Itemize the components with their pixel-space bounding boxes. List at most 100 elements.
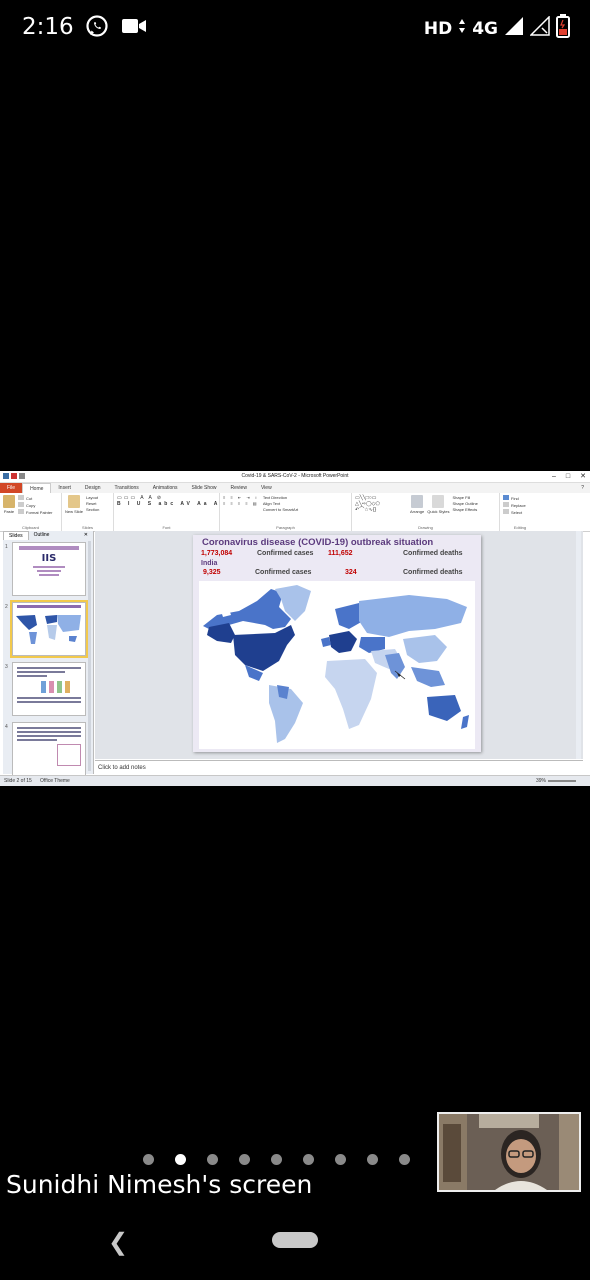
- shape-outline-label: Shape Outline: [452, 501, 478, 506]
- zoom-level[interactable]: 39%: [536, 776, 546, 786]
- page-dot[interactable]: [271, 1154, 282, 1165]
- quick-access-toolbar[interactable]: [3, 473, 25, 479]
- new-slide-icon: [68, 495, 80, 508]
- tab-file[interactable]: File: [0, 483, 23, 493]
- thumbnail-text-line: [17, 667, 81, 669]
- network-label: HD: [423, 18, 453, 39]
- current-slide[interactable]: Coronavirus disease (COVID-19) outbreak …: [193, 535, 481, 752]
- slide-canvas: Coronavirus disease (COVID-19) outbreak …: [95, 531, 583, 759]
- signal-icon: [504, 16, 524, 41]
- paragraph-group: ≡ ≡ ⇤ ⇥ ↕ ≡ ≡ ≡ ≡ ▤ Text Direction Align…: [220, 493, 352, 531]
- shapes-gallery[interactable]: ▭╲╲□○▭ △╲⇨◯◇⬠ ↶⌒☆∿{}: [355, 495, 407, 514]
- panel-scrollbar[interactable]: [88, 541, 91, 771]
- page-dot[interactable]: [303, 1154, 314, 1165]
- slides-group: New Slide Layout Reset Section Slides: [62, 493, 114, 531]
- thumbnail-number: 3: [5, 664, 8, 670]
- country-label: India: [201, 560, 218, 567]
- thumbnail-title-bar: [19, 546, 79, 550]
- status-time: 2:16: [22, 14, 74, 40]
- tab-slide-show[interactable]: Slide Show: [185, 483, 224, 493]
- notes-pane[interactable]: Click to add notes: [95, 760, 583, 775]
- thumbnail-figures: [41, 681, 85, 693]
- tab-review[interactable]: Review: [224, 483, 254, 493]
- page-dot-active[interactable]: [175, 1154, 186, 1165]
- thumbnail-number: 4: [5, 724, 8, 730]
- thumbnail-text-line: [17, 675, 47, 677]
- copy-button[interactable]: Copy: [18, 502, 52, 509]
- tab-design[interactable]: Design: [78, 483, 108, 493]
- quick-styles-button[interactable]: Quick Styles: [427, 495, 449, 514]
- thumbnail-text-line: [17, 735, 81, 737]
- zoom-slider[interactable]: [548, 780, 576, 782]
- slide-thumbnail-4[interactable]: [12, 722, 86, 776]
- arrange-label: Arrange: [410, 509, 425, 514]
- section-button[interactable]: Section: [86, 507, 99, 513]
- page-dot[interactable]: [399, 1154, 410, 1165]
- shape-fill-label: Shape Fill: [452, 495, 471, 500]
- tab-transitions[interactable]: Transitions: [108, 483, 146, 493]
- theme-name: Office Theme: [40, 778, 70, 784]
- page-dot[interactable]: [239, 1154, 250, 1165]
- close-icon[interactable]: ✕: [580, 471, 586, 482]
- quick-styles-icon: [432, 495, 445, 508]
- india-cases-value: 9,325: [203, 569, 221, 576]
- tab-outline[interactable]: Outline: [29, 531, 55, 540]
- section-label: Section: [86, 507, 100, 512]
- arrange-button[interactable]: Arrange: [410, 495, 424, 514]
- thumbnail-text-line: [17, 701, 81, 703]
- shape-effects-button[interactable]: Shape Effects: [452, 507, 477, 513]
- powerpoint-status-bar: Slide 2 of 15 Office Theme 39%: [0, 775, 590, 786]
- home-pill-button[interactable]: [272, 1232, 318, 1248]
- help-icon[interactable]: ?: [575, 483, 590, 493]
- select-button[interactable]: Select: [503, 509, 537, 516]
- paste-button[interactable]: Paste: [3, 495, 15, 516]
- world-map-svg: [203, 585, 469, 743]
- slide-thumbnail-1[interactable]: IIS: [12, 542, 86, 596]
- minimize-icon[interactable]: –: [552, 471, 556, 482]
- quick-styles-label: Quick Styles: [427, 509, 450, 514]
- global-cases-label: Confirmed cases: [257, 550, 314, 557]
- panel-close-icon[interactable]: ✕: [79, 531, 93, 540]
- tab-slides[interactable]: Slides: [3, 531, 29, 540]
- tab-animations[interactable]: Animations: [146, 483, 185, 493]
- new-slide-button[interactable]: New Slide: [65, 495, 83, 514]
- thumbnail-logo: IIS: [41, 553, 57, 564]
- powerpoint-title-bar: Covid-19 & SARS-CoV-2 - Microsoft PowerP…: [0, 471, 590, 483]
- maximize-icon[interactable]: □: [566, 471, 570, 482]
- shape-effects-label: Shape Effects: [452, 507, 478, 512]
- replace-label: Replace: [511, 503, 526, 508]
- tab-home[interactable]: Home: [22, 483, 52, 493]
- find-button[interactable]: Find: [503, 495, 537, 502]
- tab-insert[interactable]: Insert: [51, 483, 78, 493]
- slide-title: Coronavirus disease (COVID-19) outbreak …: [202, 537, 434, 548]
- format-painter-button[interactable]: Format Painter: [18, 509, 52, 516]
- screen-owner-label: Sunidhi Nimesh's screen: [6, 1170, 313, 1199]
- page-dot[interactable]: [143, 1154, 154, 1165]
- text-direction-label: Text Direction: [262, 495, 288, 500]
- page-dot[interactable]: [367, 1154, 378, 1165]
- replace-button[interactable]: Replace: [503, 502, 537, 509]
- window-title: Covid-19 & SARS-CoV-2 - Microsoft PowerP…: [241, 473, 349, 479]
- paragraph-group-label: Paragraph: [276, 525, 295, 530]
- thumbnail-text-line: [17, 697, 81, 699]
- slide-thumbnail-2[interactable]: [10, 600, 88, 658]
- thumbnail-text-line: [17, 671, 65, 673]
- brush-icon: [18, 509, 24, 514]
- slides-group-label: Slides: [82, 525, 93, 530]
- page-dot[interactable]: [207, 1154, 218, 1165]
- replace-icon: [503, 502, 509, 507]
- copy-icon: [18, 502, 24, 507]
- font-style-buttons[interactable]: B I U S abc AV Aa A: [117, 501, 217, 507]
- slide-scrollbar[interactable]: [576, 531, 581, 759]
- video-camera-icon: [121, 17, 147, 40]
- align-buttons[interactable]: ≡ ≡ ≡ ≡ ▤: [223, 501, 259, 507]
- participant-video[interactable]: [437, 1112, 581, 1192]
- paste-icon: [3, 495, 15, 508]
- convert-smartart-button[interactable]: Convert to SmartArt: [263, 507, 298, 513]
- page-dot[interactable]: [335, 1154, 346, 1165]
- back-icon[interactable]: ❮: [108, 1228, 128, 1257]
- convert-smartart-label: Convert to SmartArt: [262, 507, 299, 512]
- tab-view[interactable]: View: [254, 483, 279, 493]
- cut-button[interactable]: Cut: [18, 495, 52, 502]
- slide-thumbnail-3[interactable]: [12, 662, 86, 716]
